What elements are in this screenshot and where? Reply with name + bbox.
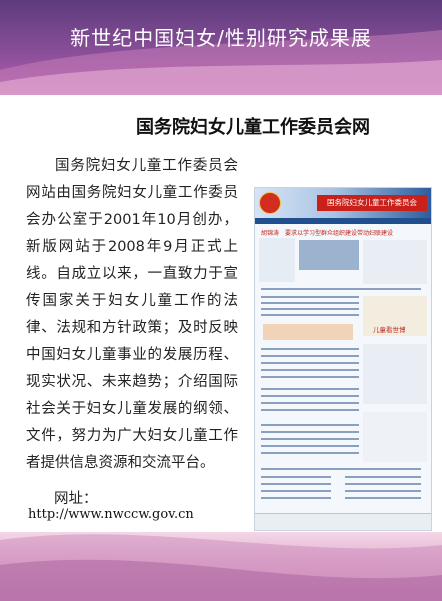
screenshot-line — [261, 402, 359, 404]
screenshot-line — [261, 468, 421, 470]
site-url-link[interactable]: http://www.nwccw.gov.cn — [28, 507, 194, 522]
website-screenshot: 国务院妇女儿童工作委员会 胡锦涛 要求以学习型群众组织建设带动妇联建设 儿童看世… — [254, 187, 432, 531]
screenshot-nav-bar — [255, 218, 431, 224]
screenshot-line — [261, 369, 359, 371]
screenshot-line — [261, 348, 359, 350]
screenshot-right-column — [363, 344, 427, 404]
screenshot-logo: 国务院妇女儿童工作委员会 — [317, 195, 427, 211]
screenshot-footer — [255, 513, 431, 530]
screenshot-sidebar — [259, 238, 295, 282]
screenshot-banner-ad — [263, 324, 353, 340]
screenshot-line — [261, 490, 331, 492]
screenshot-line — [345, 497, 421, 499]
screenshot-line — [261, 355, 359, 357]
screenshot-line — [261, 431, 359, 433]
screenshot-line — [261, 376, 359, 378]
screenshot-line — [261, 445, 359, 447]
screenshot-headline: 胡锦涛 要求以学习型群众组织建设带动妇联建设 — [261, 230, 394, 237]
screenshot-line — [261, 476, 331, 478]
screenshot-line — [261, 308, 359, 310]
screenshot-line — [261, 395, 359, 397]
screenshot-line — [261, 452, 359, 454]
screenshot-line — [345, 483, 421, 485]
page-header-title: 新世纪中国妇女/性别研究成果展 — [70, 26, 372, 50]
screenshot-line — [261, 302, 359, 304]
screenshot-line — [261, 409, 359, 411]
screenshot-line — [345, 476, 421, 478]
screenshot-line — [261, 296, 359, 298]
screenshot-right-column — [363, 412, 427, 462]
screenshot-line — [261, 497, 331, 499]
screenshot-line — [261, 388, 359, 390]
site-description: 国务院妇女儿童工作委员会网站由国务院妇女儿童工作委员会办公室于2001年10月创… — [26, 158, 238, 471]
screenshot-promo-text: 儿童看世博 — [373, 326, 406, 334]
screenshot-line — [345, 490, 421, 492]
screenshot-line — [261, 314, 359, 316]
screenshot-line — [261, 362, 359, 364]
site-name-heading: 国务院妇女儿童工作委员会网 — [136, 117, 370, 138]
national-emblem-icon — [259, 192, 281, 214]
screenshot-photo — [299, 240, 359, 270]
url-label: 网址： — [54, 491, 98, 507]
screenshot-line — [261, 288, 421, 290]
screenshot-line — [261, 424, 359, 426]
screenshot-line — [261, 438, 359, 440]
screenshot-news-list — [363, 240, 427, 284]
screenshot-line — [261, 483, 331, 485]
screenshot-banner: 国务院妇女儿童工作委员会 — [255, 188, 431, 218]
